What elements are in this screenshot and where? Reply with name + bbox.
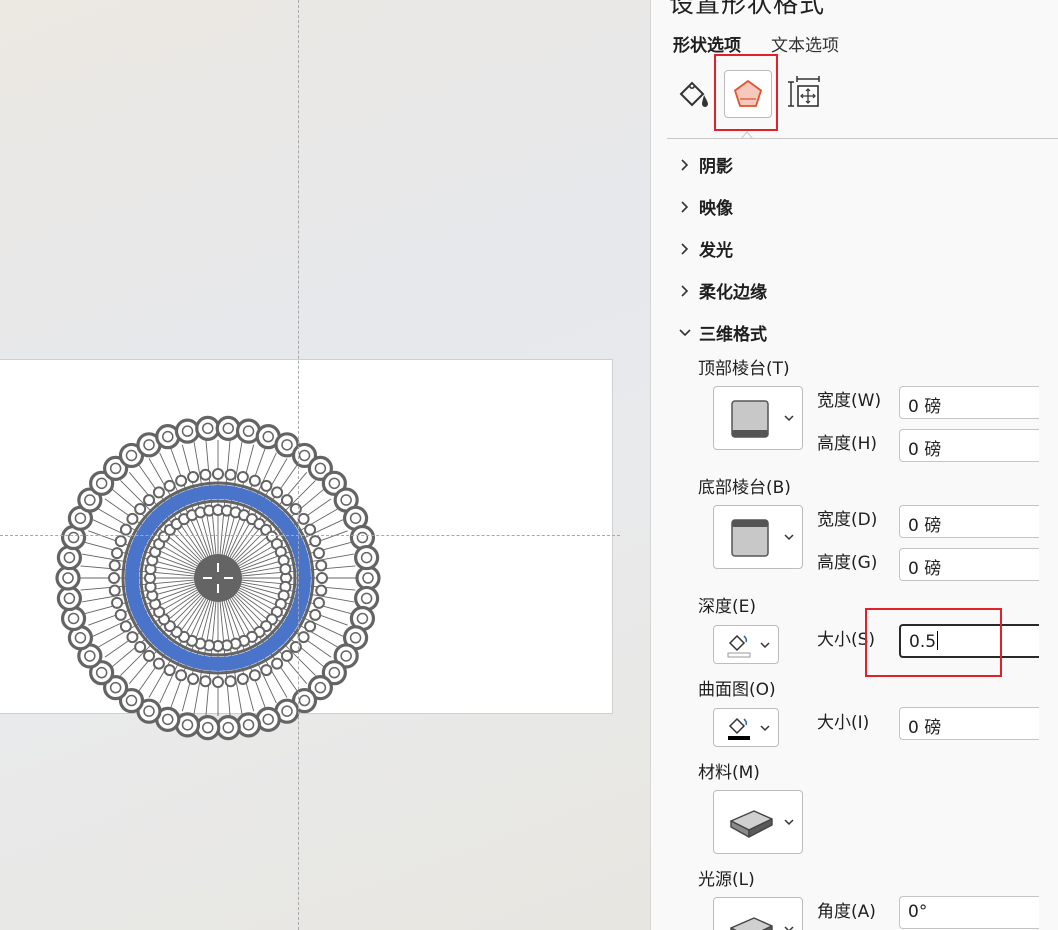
chevron-down-icon (784, 819, 794, 826)
lighting-preview-icon (730, 917, 773, 930)
section-3d-format[interactable]: 三维格式 (679, 320, 767, 345)
chevron-down-icon (760, 724, 770, 731)
section-label: 映像 (699, 199, 733, 219)
lighting-dropdown[interactable] (713, 897, 803, 930)
bottom-bevel-height-input[interactable]: 0 磅 (899, 548, 1039, 581)
chevron-right-icon (681, 200, 689, 213)
effects-highlight-box (714, 54, 778, 131)
pane-divider (667, 138, 1058, 139)
material-label: 材料(M) (698, 763, 760, 783)
top-bevel-dropdown[interactable] (713, 386, 803, 450)
contour-size-label: 大小(I) (817, 713, 870, 733)
bottom-bevel-height-label: 高度(G) (817, 553, 878, 573)
section-label: 发光 (699, 241, 733, 261)
format-shape-pane: 设置形状格式 形状选项 文本选项 阴影 映像 发光 柔化边缘 三维格式 顶部棱台… (650, 0, 1058, 930)
lighting-angle-label: 角度(A) (817, 902, 876, 922)
section-label: 柔化边缘 (699, 283, 767, 303)
top-bevel-height-input[interactable]: 0 磅 (899, 429, 1039, 462)
contour-size-input[interactable]: 0 磅 (899, 707, 1039, 740)
contour-color-dropdown[interactable] (713, 708, 779, 747)
lighting-angle-input[interactable]: 0° (899, 896, 1039, 929)
paint-bucket-icon (728, 717, 750, 740)
chevron-down-icon (784, 926, 794, 930)
tab-shape-options[interactable]: 形状选项 (673, 31, 741, 56)
bottom-bevel-width-label: 宽度(D) (817, 510, 878, 530)
lighting-label: 光源(L) (698, 870, 755, 890)
chevron-down-icon (679, 328, 691, 336)
section-shadow[interactable]: 阴影 (679, 152, 733, 177)
depth-label: 深度(E) (698, 597, 757, 617)
section-glow[interactable]: 发光 (679, 236, 733, 261)
slide-canvas[interactable] (0, 0, 650, 930)
material-dropdown[interactable] (713, 790, 803, 854)
section-label: 阴影 (699, 157, 733, 177)
mandala-shape[interactable] (50, 410, 386, 746)
bottom-bevel-label: 底部棱台(B) (698, 478, 791, 498)
chevron-down-icon (784, 534, 794, 541)
chevron-right-icon (681, 242, 689, 255)
chevron-down-icon (760, 641, 770, 648)
top-bevel-height-label: 高度(H) (817, 434, 878, 454)
size-properties-icon[interactable] (781, 70, 829, 118)
chevron-down-icon (784, 415, 794, 422)
bevel-preview-icon (731, 400, 769, 438)
material-preview-icon (730, 810, 773, 838)
contour-label: 曲面图(O) (698, 680, 776, 700)
pane-title: 设置形状格式 (669, 0, 826, 18)
tab-text-options[interactable]: 文本选项 (771, 31, 839, 56)
section-label: 三维格式 (699, 325, 767, 345)
bottom-bevel-dropdown[interactable] (713, 505, 803, 569)
top-bevel-width-label: 宽度(W) (817, 391, 882, 411)
depth-size-highlight-box (865, 608, 1002, 677)
chevron-right-icon (681, 158, 689, 171)
chevron-right-icon (681, 284, 689, 297)
paint-bucket-icon (727, 634, 751, 658)
section-soft-edges[interactable]: 柔化边缘 (679, 278, 767, 303)
section-reflection[interactable]: 映像 (679, 194, 733, 219)
paint-bucket-icon[interactable] (669, 70, 717, 118)
horizontal-guide[interactable] (0, 535, 620, 536)
bevel-preview-icon (731, 519, 769, 557)
bottom-bevel-width-input[interactable]: 0 磅 (899, 505, 1039, 538)
top-bevel-label: 顶部棱台(T) (698, 359, 790, 379)
vertical-guide[interactable] (298, 0, 299, 930)
top-bevel-width-input[interactable]: 0 磅 (899, 386, 1039, 419)
depth-color-dropdown[interactable] (713, 625, 779, 664)
